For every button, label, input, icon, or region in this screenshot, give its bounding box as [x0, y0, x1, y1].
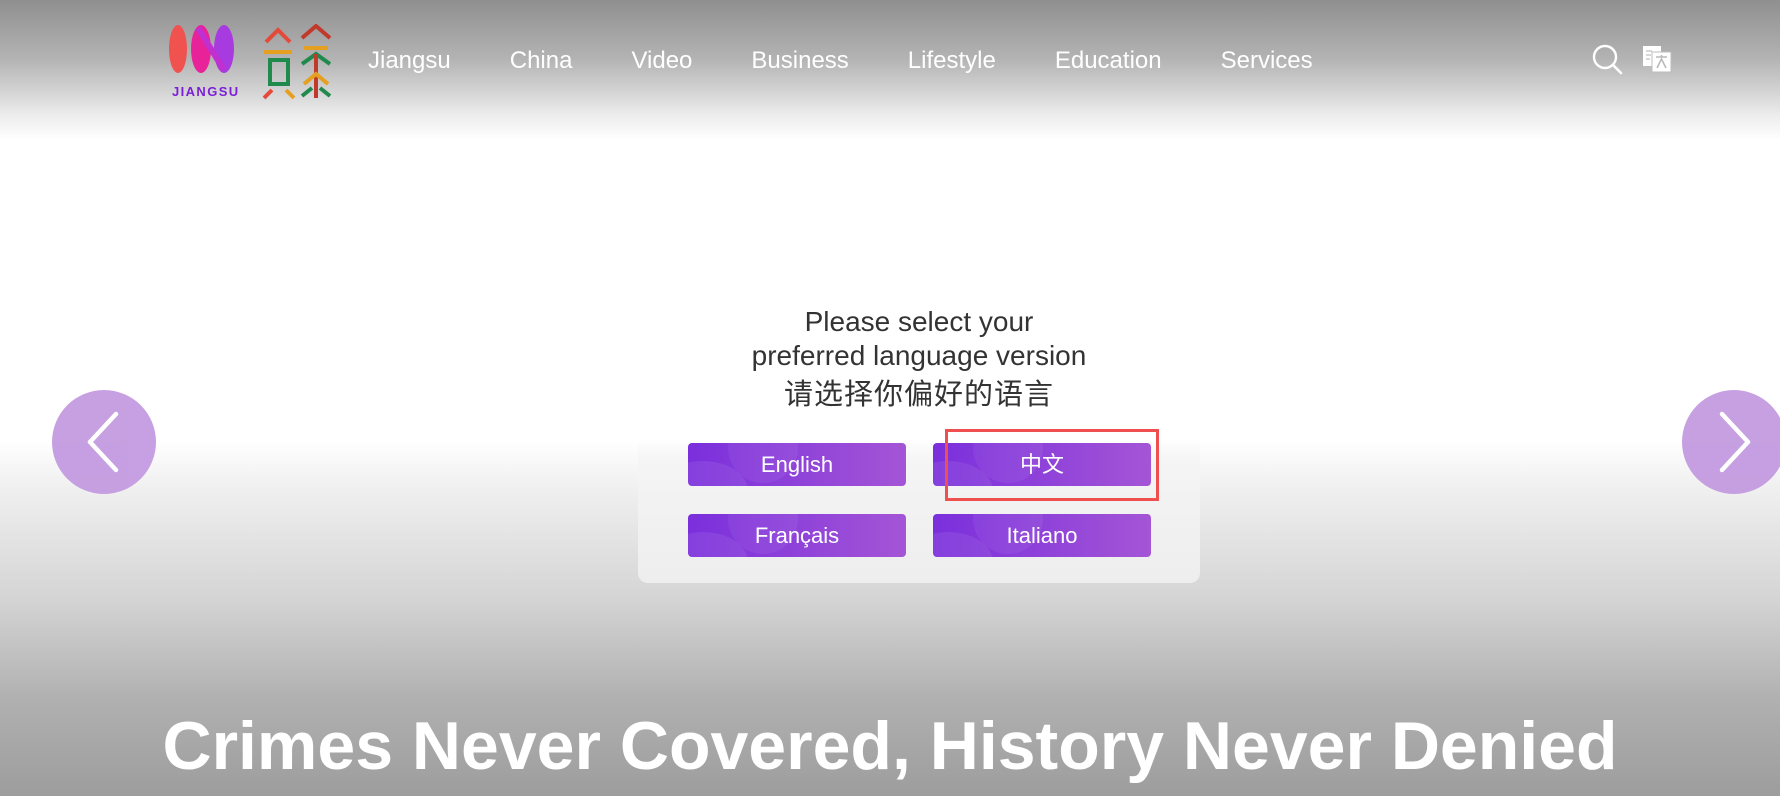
- language-switch-icon[interactable]: [1640, 42, 1674, 76]
- nav-item-business[interactable]: Business: [751, 44, 848, 78]
- carousel-prev-button[interactable]: [52, 390, 156, 494]
- language-select-dialog: Please select your preferred language ve…: [638, 295, 1200, 583]
- dialog-title-chinese: 请选择你偏好的语言: [783, 379, 1054, 411]
- nav-item-video[interactable]: Video: [631, 44, 692, 78]
- language-english-button[interactable]: English: [688, 443, 906, 486]
- dialog-title-line1: Please select your: [804, 306, 1034, 337]
- header-actions: [1590, 42, 1674, 76]
- nav-item-lifestyle[interactable]: Lifestyle: [908, 44, 996, 78]
- site-header: JIANGSU Jiangsu China Video Business Lif…: [0, 0, 1780, 120]
- nav-item-china[interactable]: China: [510, 44, 573, 78]
- logo-brand-text: JIANGSU: [172, 84, 240, 99]
- hero-headline[interactable]: Crimes Never Covered, History Never Deni…: [0, 704, 1780, 788]
- nav-item-jiangsu[interactable]: Jiangsu: [368, 44, 451, 78]
- nav-item-services[interactable]: Services: [1221, 44, 1313, 78]
- carousel-next-button[interactable]: [1682, 390, 1780, 494]
- search-icon[interactable]: [1590, 42, 1624, 76]
- language-italian-label: Italiano: [1006, 523, 1078, 548]
- language-chinese-label: 中文: [1019, 452, 1064, 477]
- language-french-label: Français: [754, 523, 840, 548]
- nav-item-education[interactable]: Education: [1055, 44, 1162, 78]
- main-nav: Jiangsu China Video Business Lifestyle E…: [368, 44, 1372, 78]
- site-logo[interactable]: JIANGSU: [168, 22, 334, 102]
- language-english-label: English: [760, 452, 834, 477]
- chevron-right-icon: [1719, 411, 1751, 473]
- language-chinese-button[interactable]: 中文: [933, 443, 1151, 486]
- language-italian-button[interactable]: Italiano: [933, 514, 1151, 557]
- chevron-left-icon: [87, 411, 119, 473]
- dialog-title: Please select your preferred language ve…: [638, 305, 1200, 373]
- page: JIANGSU Jiangsu China Video Business Lif…: [0, 0, 1780, 796]
- su-character-logo-icon: [262, 24, 332, 100]
- dialog-title-line2: preferred language version: [751, 340, 1087, 371]
- language-french-button[interactable]: Français: [688, 514, 906, 557]
